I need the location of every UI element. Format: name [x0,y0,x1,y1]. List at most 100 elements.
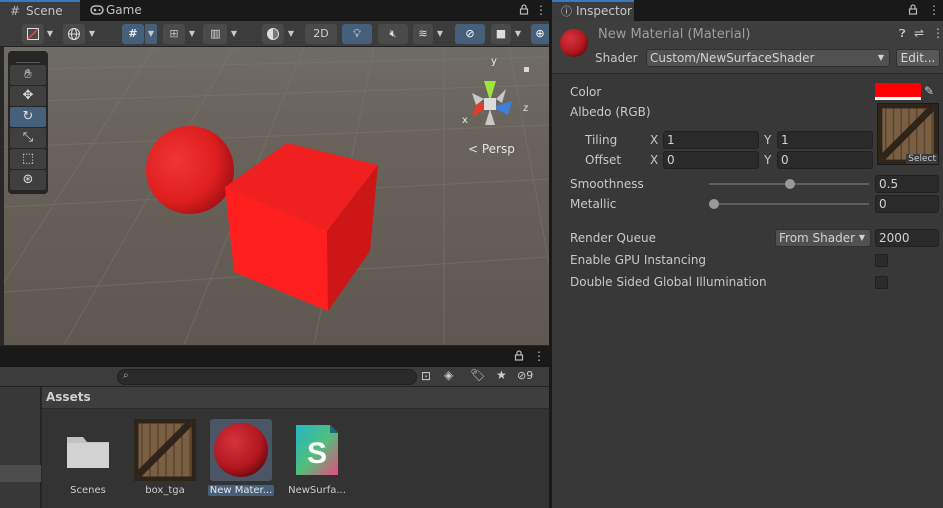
rect-tool-button[interactable]: ⬚ [10,149,46,169]
lighting-toggle-button[interactable]: 💡︎ [342,24,372,44]
hidden-count: 9 [526,369,534,382]
smoothness-slider-thumb[interactable] [785,179,795,189]
lock-icon[interactable] [514,346,524,367]
chevron-down-icon[interactable]: ▼ [285,24,297,44]
shader-dropdown[interactable]: Custom/NewSurfaceShader ▼ [646,49,890,67]
folder-tree[interactable] [0,387,41,508]
shader-value: Custom/NewSurfaceShader [650,51,815,65]
hand-tool-button[interactable]: ✋︎ [10,65,46,85]
preset-sliders-icon[interactable]: ⇌ [914,26,924,40]
rotate-icon: ↻ [22,109,34,124]
projection-label[interactable]: < Persp [468,142,515,156]
hidden-objects-toggle-button[interactable]: ⊘ [455,24,485,44]
svg-text:S: S [307,437,327,470]
metallic-field[interactable]: 0 [875,195,939,213]
draw-mode-button[interactable] [22,24,44,44]
kebab-menu-icon[interactable]: ⋮ [533,346,545,367]
color-swatch[interactable] [875,83,921,100]
smoothness-field[interactable]: 0.5 [875,175,939,193]
kebab-menu-icon[interactable]: ⋮ [928,0,940,21]
albedo-texture-slot[interactable]: Select [877,103,939,165]
chevron-down-icon[interactable]: ▼ [44,24,56,44]
filter-by-type-icon[interactable]: ◈ [444,368,453,382]
lightbulb-icon: 💡︎ [353,27,361,40]
move-tool-button[interactable]: ✥ [10,86,46,106]
offset-x-field[interactable]: 0 [663,151,759,169]
filter-by-scene-icon[interactable]: ⊡ [421,369,431,383]
tab-inspector[interactable]: ⓘ Inspector [552,0,634,21]
audio-toggle-button[interactable]: 🔇︎ [378,24,408,44]
chevron-down-icon[interactable]: ▼ [86,24,98,44]
search-input[interactable]: ⌕ [117,369,417,385]
favorite-star-icon[interactable]: ★ [496,368,507,382]
shader-label: Shader [595,51,638,65]
render-queue-dropdown[interactable]: From Shader ▼ [775,229,871,247]
scene-viewport[interactable]: y z x < Persp [4,47,549,345]
effects-button[interactable]: ≋ [413,24,433,44]
tab-scene[interactable]: # Scene [0,0,80,21]
grid-snap-button[interactable]: # [122,24,144,44]
camera-settings-button[interactable]: ■ [491,24,511,44]
chevron-down-icon[interactable]: ▼ [186,24,198,44]
scene-panel: # Scene Game ⋮ ▼ ▼ # ▼ ⊞ ▼ ▥ ▼ ▼ 2D 💡︎ 🔇… [0,0,549,346]
ruler-snap-button[interactable]: ▥ [203,24,227,44]
tool-palette: ✋︎ ✥ ↻ ⤡ ⬚ ⊛ [8,51,48,194]
metallic-slider-thumb[interactable] [709,199,719,209]
material-sphere-icon [210,419,272,481]
scene-toolbar: ▼ ▼ # ▼ ⊞ ▼ ▥ ▼ ▼ 2D 💡︎ 🔇︎ ≋ ▼ ⊘ ■ ▼ ⊕ [0,21,549,47]
asset-label: Scenes [70,485,106,496]
kebab-menu-icon[interactable]: ⋮ [932,26,943,40]
sphere-object [146,126,234,214]
texture-select-button[interactable]: Select [906,154,938,164]
transform-tool-button[interactable]: ⊛ [10,170,46,190]
eyedropper-icon[interactable]: ✎ [924,84,934,98]
tab-game-label: Game [106,3,142,17]
inspector-panel: ⓘ Inspector ⋮ New Material (Material) ❓︎… [551,0,943,508]
gpu-instancing-checkbox[interactable] [875,254,888,267]
hidden-packages-toggle[interactable]: ⊘9 [517,369,533,382]
lock-icon[interactable] [519,0,529,21]
metallic-slider-track[interactable] [709,203,869,205]
gizmos-button[interactable]: ⊕ [531,24,549,44]
asset-item-new-material[interactable]: New Mater... [206,419,276,496]
help-icon[interactable]: ❓︎ [899,27,906,41]
double-sided-gi-checkbox[interactable] [875,276,888,289]
gizmo-y-label: y [491,56,497,67]
global-local-button[interactable] [63,24,85,44]
tiling-y-field[interactable]: 1 [777,131,873,149]
asset-item-new-surface-shader[interactable]: S NewSurfa... [282,419,352,496]
edit-shader-button[interactable]: Edit... [896,49,940,67]
palette-grip[interactable] [16,53,40,63]
asset-item-scenes[interactable]: Scenes [53,419,123,496]
tiling-x-field[interactable]: 1 [663,131,759,149]
hand-icon: ✋︎ [24,67,32,82]
shading-mode-button[interactable] [262,24,284,44]
chevron-down-icon[interactable]: ▼ [145,24,157,44]
chevron-down-icon[interactable]: ▼ [228,24,240,44]
chevron-down-icon[interactable]: ▼ [434,24,446,44]
toggle-2d-button[interactable]: 2D [305,24,337,44]
sphere-shading-icon [267,28,279,40]
tab-game[interactable]: Game [80,0,152,21]
folder-icon [57,419,119,481]
offset-y-field[interactable]: 0 [777,151,873,169]
albedo-label: Albedo (RGB) [570,105,651,119]
crate-texture-icon [133,418,197,482]
increment-snap-button[interactable]: ⊞ [163,24,185,44]
chevron-down-icon[interactable]: ▼ [512,24,524,44]
filter-by-label-icon[interactable]: 🏷︎ [470,368,485,382]
rotate-tool-button[interactable]: ↻ [10,107,46,127]
asset-item-box-tga[interactable]: box_tga [130,418,200,496]
assets-breadcrumb[interactable]: Assets [42,387,549,409]
globe-icon [68,28,80,40]
render-queue-field[interactable]: 2000 [875,229,939,247]
lock-icon[interactable] [908,0,918,21]
material-title: New Material (Material) [598,27,751,42]
shader-icon: S [286,419,348,481]
gizmo-z-label: z [523,103,529,114]
tiling-label: Tiling [585,133,618,147]
gamepad-icon [90,0,104,21]
scale-tool-button[interactable]: ⤡ [10,128,46,148]
kebab-menu-icon[interactable]: ⋮ [535,0,547,21]
folder-tree-selected-item[interactable] [0,465,41,482]
